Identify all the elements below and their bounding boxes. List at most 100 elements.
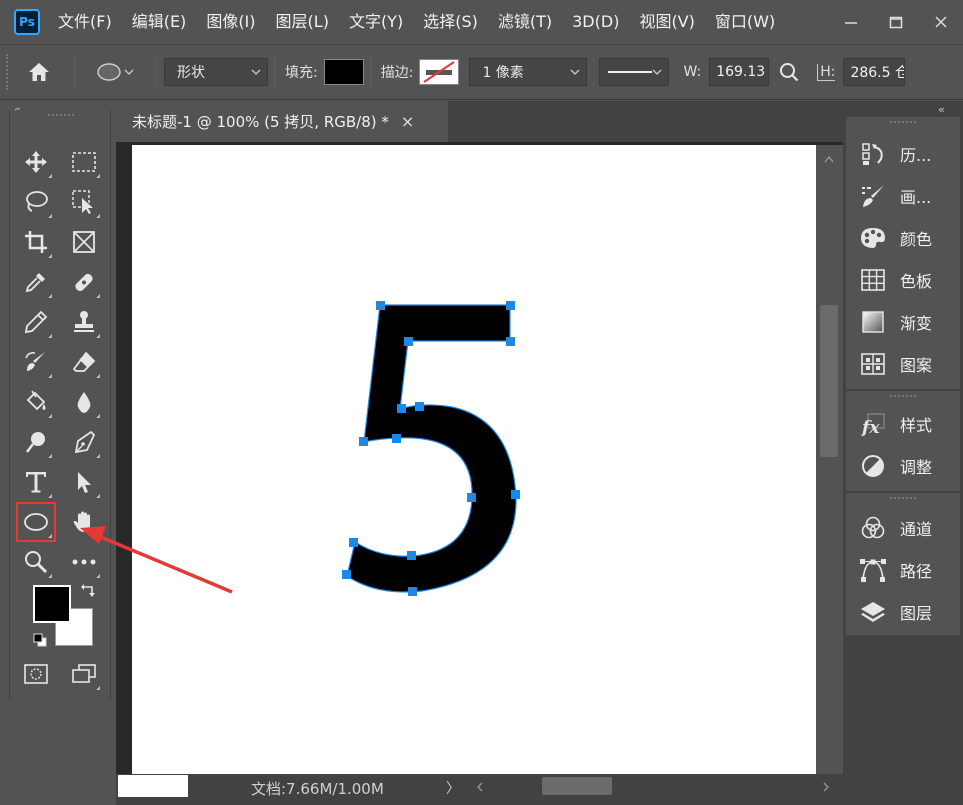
gradients-panel-button[interactable]: 渐变: [846, 303, 960, 341]
fill-swatch[interactable]: [323, 59, 364, 85]
menu-filter[interactable]: 滤镜(T): [488, 0, 562, 44]
lasso-tool[interactable]: [18, 184, 54, 220]
panel-grip[interactable]: [890, 121, 916, 125]
history-brush-tool[interactable]: [18, 344, 54, 380]
panel-group-3: 通道 路径 图层: [846, 493, 960, 635]
horizontal-scroll-thumb[interactable]: [542, 777, 612, 795]
separator: [369, 54, 371, 90]
paint-bucket-tool[interactable]: [18, 384, 54, 420]
menu-bar: Ps 文件(F) 编辑(E) 图像(I) 图层(L) 文字(Y) 选择(S) 滤…: [0, 0, 963, 44]
marquee-tool[interactable]: [66, 144, 102, 180]
brushes-panel-button[interactable]: 画...: [846, 177, 960, 215]
edit-toolbar-button[interactable]: [66, 544, 102, 580]
width-input[interactable]: 169.13: [709, 58, 770, 86]
swatches-panel-label: 色板: [900, 272, 933, 291]
foreground-color-swatch[interactable]: [33, 585, 71, 623]
zoom-icon: [25, 551, 48, 574]
stroke-width-dropdown[interactable]: 1 像素: [469, 58, 588, 86]
shape-five[interactable]: [346, 304, 517, 593]
clone-stamp-tool[interactable]: [66, 304, 102, 340]
brush-tool[interactable]: [18, 304, 54, 340]
ellipse-tool[interactable]: [16, 502, 56, 542]
eyedropper-icon: [25, 273, 45, 293]
quick-mask-icon: [24, 664, 48, 684]
maximize-button[interactable]: [873, 0, 918, 44]
eyedropper-tool[interactable]: [18, 264, 54, 300]
path-selection-tool[interactable]: [66, 464, 102, 500]
frame-tool[interactable]: [66, 224, 102, 260]
patterns-panel-button[interactable]: 图案: [846, 345, 960, 383]
link-dimensions-button[interactable]: [775, 62, 803, 82]
vertical-scroll-thumb[interactable]: [820, 305, 838, 457]
move-tool[interactable]: [18, 144, 54, 180]
drop-icon: [77, 392, 91, 413]
menu-select[interactable]: 选择(S): [413, 0, 488, 44]
document-tab-title: 未标题-1 @ 100% (5 拷贝, RGB/8) *: [132, 113, 389, 131]
collapse-right-button[interactable]: ‹‹: [938, 103, 945, 116]
rectangle-marquee-icon: [72, 152, 96, 172]
eraser-tool[interactable]: [66, 344, 102, 380]
fill-label: 填充:: [285, 65, 318, 81]
object-selection-tool[interactable]: [66, 184, 102, 220]
separator: [274, 54, 275, 90]
adjustments-panel-button[interactable]: 调整: [846, 447, 960, 485]
zoom-level-field[interactable]: [118, 775, 188, 797]
screen-mode-button[interactable]: [66, 656, 102, 692]
close-button[interactable]: [918, 0, 963, 44]
toolbar-grip[interactable]: [48, 114, 74, 118]
menu-edit[interactable]: 编辑(E): [122, 0, 197, 44]
close-tab-icon[interactable]: ×: [401, 112, 414, 131]
styles-panel-button[interactable]: fx 样式: [846, 405, 960, 443]
hand-tool[interactable]: [66, 504, 102, 540]
gradients-panel-label: 渐变: [900, 314, 933, 333]
chevron-up-icon[interactable]: [824, 155, 834, 163]
stroke-swatch[interactable]: [419, 59, 460, 85]
quick-mask-button[interactable]: [18, 656, 54, 692]
color-panel-label: 颜色: [900, 230, 933, 249]
chevron-left-icon[interactable]: [476, 782, 484, 792]
canvas[interactable]: 5: [32, 30, 816, 775]
swap-colors-icon[interactable]: [80, 582, 96, 598]
status-bar: 文档:7.66M/1.00M 〉: [116, 774, 843, 805]
crop-tool[interactable]: [18, 224, 54, 260]
menu-window[interactable]: 窗口(W): [705, 0, 785, 44]
pen-tool[interactable]: [66, 424, 102, 460]
home-button[interactable]: [10, 52, 68, 92]
menu-type[interactable]: 文字(Y): [339, 0, 413, 44]
menu-image[interactable]: 图像(I): [196, 0, 265, 44]
layers-panel-button[interactable]: 图层: [846, 593, 960, 631]
minimize-button[interactable]: [828, 0, 873, 44]
history-panel-button[interactable]: 历...: [846, 135, 960, 173]
healing-brush-tool[interactable]: [66, 264, 102, 300]
search-icon: [780, 63, 799, 82]
channels-panel-label: 通道: [900, 520, 933, 539]
maximize-icon: [889, 16, 902, 29]
menu-view[interactable]: 视图(V): [629, 0, 704, 44]
menu-file[interactable]: 文件(F): [48, 0, 122, 44]
menu-layer[interactable]: 图层(L): [266, 0, 339, 44]
type-tool[interactable]: [18, 464, 54, 500]
frame-icon: [73, 231, 95, 253]
vertical-scrollbar[interactable]: [816, 145, 843, 775]
swatches-panel-button[interactable]: 色板: [846, 261, 960, 299]
channels-panel-button[interactable]: 通道: [846, 509, 960, 547]
dodge-tool[interactable]: [18, 424, 54, 460]
ellipse-preset-icon: [97, 63, 121, 81]
chevron-down-icon: [124, 69, 134, 75]
chevron-right-icon[interactable]: [822, 782, 830, 792]
stroke-type-dropdown[interactable]: [599, 58, 670, 86]
height-label: H:: [817, 63, 836, 81]
default-colors-icon[interactable]: [32, 632, 48, 648]
panel-grip[interactable]: [890, 497, 916, 501]
paths-panel-button[interactable]: 路径: [846, 551, 960, 589]
tool-preset-picker[interactable]: [81, 61, 149, 83]
color-panel-button[interactable]: 颜色: [846, 219, 960, 257]
status-menu-arrow[interactable]: 〉: [446, 778, 460, 798]
mode-dropdown[interactable]: 形状: [164, 58, 268, 86]
height-input[interactable]: 286.5 仓: [843, 58, 906, 86]
document-tab[interactable]: 未标题-1 @ 100% (5 拷贝, RGB/8) * ×: [116, 101, 448, 142]
blur-tool[interactable]: [66, 384, 102, 420]
zoom-tool[interactable]: [18, 544, 54, 580]
menu-3d[interactable]: 3D(D): [562, 0, 629, 44]
panel-grip[interactable]: [890, 395, 916, 399]
